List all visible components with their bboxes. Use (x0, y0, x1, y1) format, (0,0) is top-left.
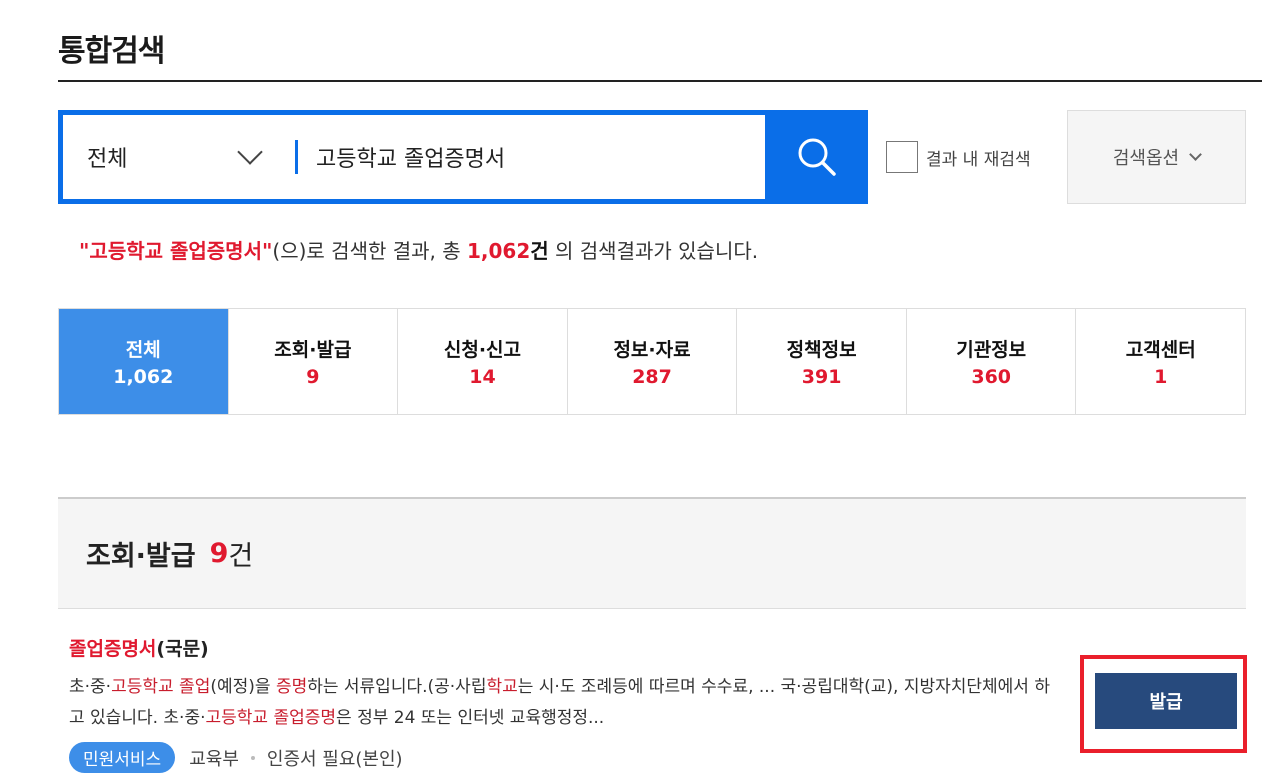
result-title[interactable]: 졸업증명서(국문) (69, 634, 209, 661)
result-requirement: 인증서 필요(본인) (266, 748, 403, 770)
search-button[interactable] (765, 110, 868, 204)
section-count-unit: 건 (228, 541, 254, 572)
summary-tail: 의 검색결과가 있습니다. (548, 239, 759, 263)
tab-apply-report[interactable]: 신청·신고 14 (397, 309, 567, 414)
research-checkbox[interactable] (886, 141, 918, 173)
chevron-down-icon (1189, 148, 1202, 161)
result-description: 초·중·고등학교 졸업(예정)을 증명하는 서류입니다.(공·사립학교는 시·도… (69, 677, 1050, 728)
issue-button[interactable]: 발급 (1095, 673, 1237, 729)
tab-agency[interactable]: 기관정보 360 (905, 309, 1076, 414)
section-title: 조회·발급 (86, 541, 196, 572)
page-title: 통합검색 (58, 34, 165, 69)
research-option[interactable]: 결과 내 재검색 (886, 141, 1031, 173)
tab-info-data[interactable]: 정보·자료 287 (566, 309, 737, 414)
category-tabs: 전체 1,062 조회·발급 9 신청·신고 14 정보·자료 287 정책정보… (58, 308, 1246, 415)
section-count: 9 (209, 538, 229, 569)
research-label: 결과 내 재검색 (926, 149, 1031, 170)
search-input[interactable] (298, 115, 765, 199)
summary-query: "고등학교 졸업증명서" (79, 239, 273, 263)
tab-all[interactable]: 전체 1,062 (59, 309, 228, 414)
chevron-down-icon (237, 139, 263, 165)
search-box: 전체 (58, 110, 868, 204)
result-meta: 민원서비스 교육부 인증서 필요(본인) (69, 742, 403, 773)
result-org: 교육부 (189, 748, 239, 770)
search-icon (798, 138, 836, 176)
result-summary: "고등학교 졸업증명서"(으)로 검색한 결과, 총 1,062건 의 검색결과… (79, 235, 758, 264)
summary-count: 1,062 (467, 239, 531, 263)
result-title-rest: (국문) (156, 638, 209, 660)
result-title-highlight: 졸업증명서 (69, 638, 157, 660)
tab-customer-center[interactable]: 고객센터 1 (1075, 309, 1245, 414)
search-options-button[interactable]: 검색옵션 (1067, 110, 1246, 204)
results-section: 조회·발급 9 건 (58, 497, 1246, 780)
scope-select[interactable]: 전체 (63, 115, 295, 199)
category-badge: 민원서비스 (69, 742, 176, 773)
tab-policy[interactable]: 정책정보 391 (736, 309, 906, 414)
tab-lookup-issue[interactable]: 조회·발급 9 (227, 309, 398, 414)
meta-separator (250, 755, 255, 760)
summary-count-unit: 건 (530, 239, 549, 263)
section-header: 조회·발급 9 건 (58, 499, 1246, 609)
title-divider (58, 80, 1262, 82)
scope-select-value: 전체 (87, 147, 128, 172)
summary-text: (으)로 검색한 결과, 총 (272, 239, 467, 263)
search-options-label: 검색옵션 (1112, 148, 1180, 169)
